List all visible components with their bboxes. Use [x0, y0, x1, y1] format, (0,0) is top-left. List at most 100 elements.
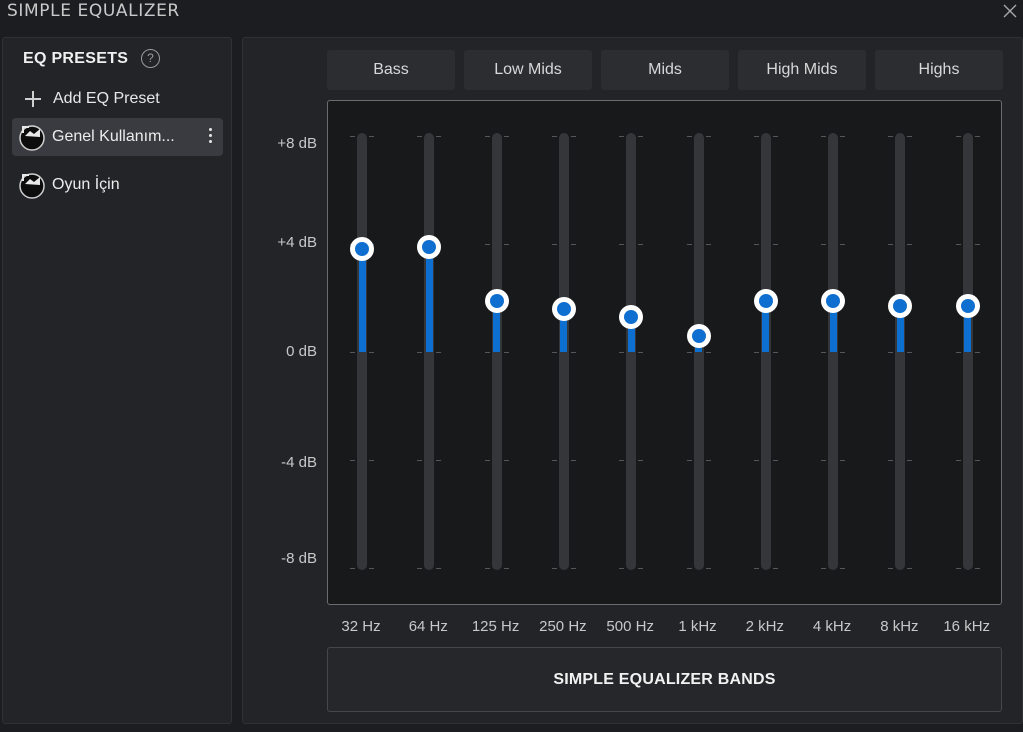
slider-tick	[888, 460, 894, 461]
add-eq-preset-label: Add EQ Preset	[53, 90, 160, 107]
preset-label: Genel Kullanım...	[52, 128, 175, 145]
slider-tick	[484, 568, 490, 569]
slider-thumb[interactable]	[551, 296, 576, 321]
slider-tick	[705, 352, 711, 353]
slider-tick	[436, 352, 442, 353]
slider-tick	[955, 244, 961, 245]
slider-tick	[955, 568, 961, 569]
slider-tick	[638, 352, 644, 353]
tab-mids[interactable]: Mids	[601, 50, 729, 90]
freq-label: 250 Hz	[539, 618, 587, 635]
help-icon[interactable]: ?	[141, 49, 160, 68]
slider-thumb[interactable]	[484, 288, 509, 313]
slider-tick	[907, 352, 913, 353]
presets-title: EQ PRESETS	[23, 50, 129, 67]
slider-tick	[350, 568, 355, 569]
close-icon[interactable]	[1001, 2, 1019, 20]
preset-icon	[19, 125, 45, 151]
slider-tick	[619, 136, 625, 137]
slider-tick	[570, 460, 576, 461]
slider-tick	[840, 352, 846, 353]
slider-tick	[840, 136, 846, 137]
slider-tick	[772, 244, 778, 245]
slider-tick	[686, 352, 692, 353]
slider-tick	[369, 136, 374, 137]
add-eq-preset-button[interactable]: Add EQ Preset	[13, 86, 223, 112]
slider-tick	[551, 352, 557, 353]
slider-thumb[interactable]	[686, 323, 711, 348]
slider-tick	[503, 136, 509, 137]
freq-label: 32 Hz	[341, 618, 381, 635]
slider-thumb[interactable]	[350, 237, 374, 262]
slider-tick	[638, 568, 644, 569]
slider-tick	[350, 352, 355, 353]
plus-icon	[23, 89, 43, 109]
freq-label: 8 kHz	[880, 618, 919, 635]
slider-tick	[436, 136, 442, 137]
slider-tick	[753, 352, 759, 353]
slider-tick	[484, 136, 490, 137]
tab-bass[interactable]: Bass	[327, 50, 455, 90]
slider-tick	[821, 244, 827, 245]
slider-tick	[772, 460, 778, 461]
slider-tick	[551, 244, 557, 245]
freq-label: 500 Hz	[606, 618, 654, 635]
freq-label: 64 Hz	[408, 618, 448, 635]
db-label-minus4: -4 dB	[281, 454, 317, 471]
slider-tick	[753, 460, 759, 461]
slider-tick	[503, 352, 509, 353]
slider-tick	[753, 136, 759, 137]
preset-item-oyun[interactable]: Oyun İçin	[12, 166, 223, 204]
equalizer-window: SIMPLE EQUALIZER EQ PRESETS ? Add EQ Pre…	[0, 0, 1023, 732]
slider-tick	[619, 460, 625, 461]
slider-tick	[686, 460, 692, 461]
slider-tick	[840, 244, 846, 245]
slider-tick	[974, 568, 980, 569]
window-title: SIMPLE EQUALIZER	[7, 1, 180, 21]
slider-tick	[888, 352, 894, 353]
slider-tick	[974, 136, 980, 137]
slider-tick	[570, 136, 576, 137]
slider-tick	[821, 568, 827, 569]
slider-tick	[888, 136, 894, 137]
slider-tick	[619, 568, 625, 569]
slider-tick	[705, 460, 711, 461]
slider-tick	[484, 460, 490, 461]
slider-tick	[570, 568, 576, 569]
preset-item-genel[interactable]: Genel Kullanım...	[12, 118, 223, 156]
slider-thumb[interactable]	[821, 288, 846, 313]
slider-tick	[619, 244, 625, 245]
slider-tick	[705, 244, 711, 245]
freq-label: 125 Hz	[471, 618, 520, 635]
slider-tick	[907, 244, 913, 245]
slider-tick	[772, 136, 778, 137]
slider-thumb[interactable]	[955, 294, 980, 319]
slider-tick	[955, 460, 961, 461]
slider-tick	[907, 568, 913, 569]
slider-thumb[interactable]	[619, 304, 644, 329]
slider-tick	[436, 568, 442, 569]
slider-tick	[484, 352, 490, 353]
db-label-zero: 0 dB	[286, 343, 317, 360]
slider-tick	[570, 352, 576, 353]
tab-highs[interactable]: Highs	[875, 50, 1003, 90]
slider-tick	[503, 244, 509, 245]
slider-tick	[551, 460, 557, 461]
slider-thumb[interactable]	[888, 294, 913, 319]
simple-equalizer-bands-button[interactable]: SIMPLE EQUALIZER BANDS	[327, 647, 1002, 712]
tab-low-mids[interactable]: Low Mids	[464, 50, 592, 90]
slider-tick	[821, 136, 827, 137]
slider-tick	[888, 568, 894, 569]
slider-tick	[369, 460, 374, 461]
slider-tick	[350, 460, 355, 461]
slider-tick	[551, 568, 557, 569]
slider-tick	[974, 460, 980, 461]
db-label-plus8: +8 dB	[277, 135, 317, 152]
more-options-icon[interactable]	[207, 128, 213, 146]
tab-high-mids[interactable]: High Mids	[738, 50, 866, 90]
slider-tick	[417, 568, 423, 569]
slider-thumb[interactable]	[417, 234, 442, 259]
slider-thumb[interactable]	[753, 288, 778, 313]
slider-tick	[686, 136, 692, 137]
slider-tick	[570, 244, 576, 245]
